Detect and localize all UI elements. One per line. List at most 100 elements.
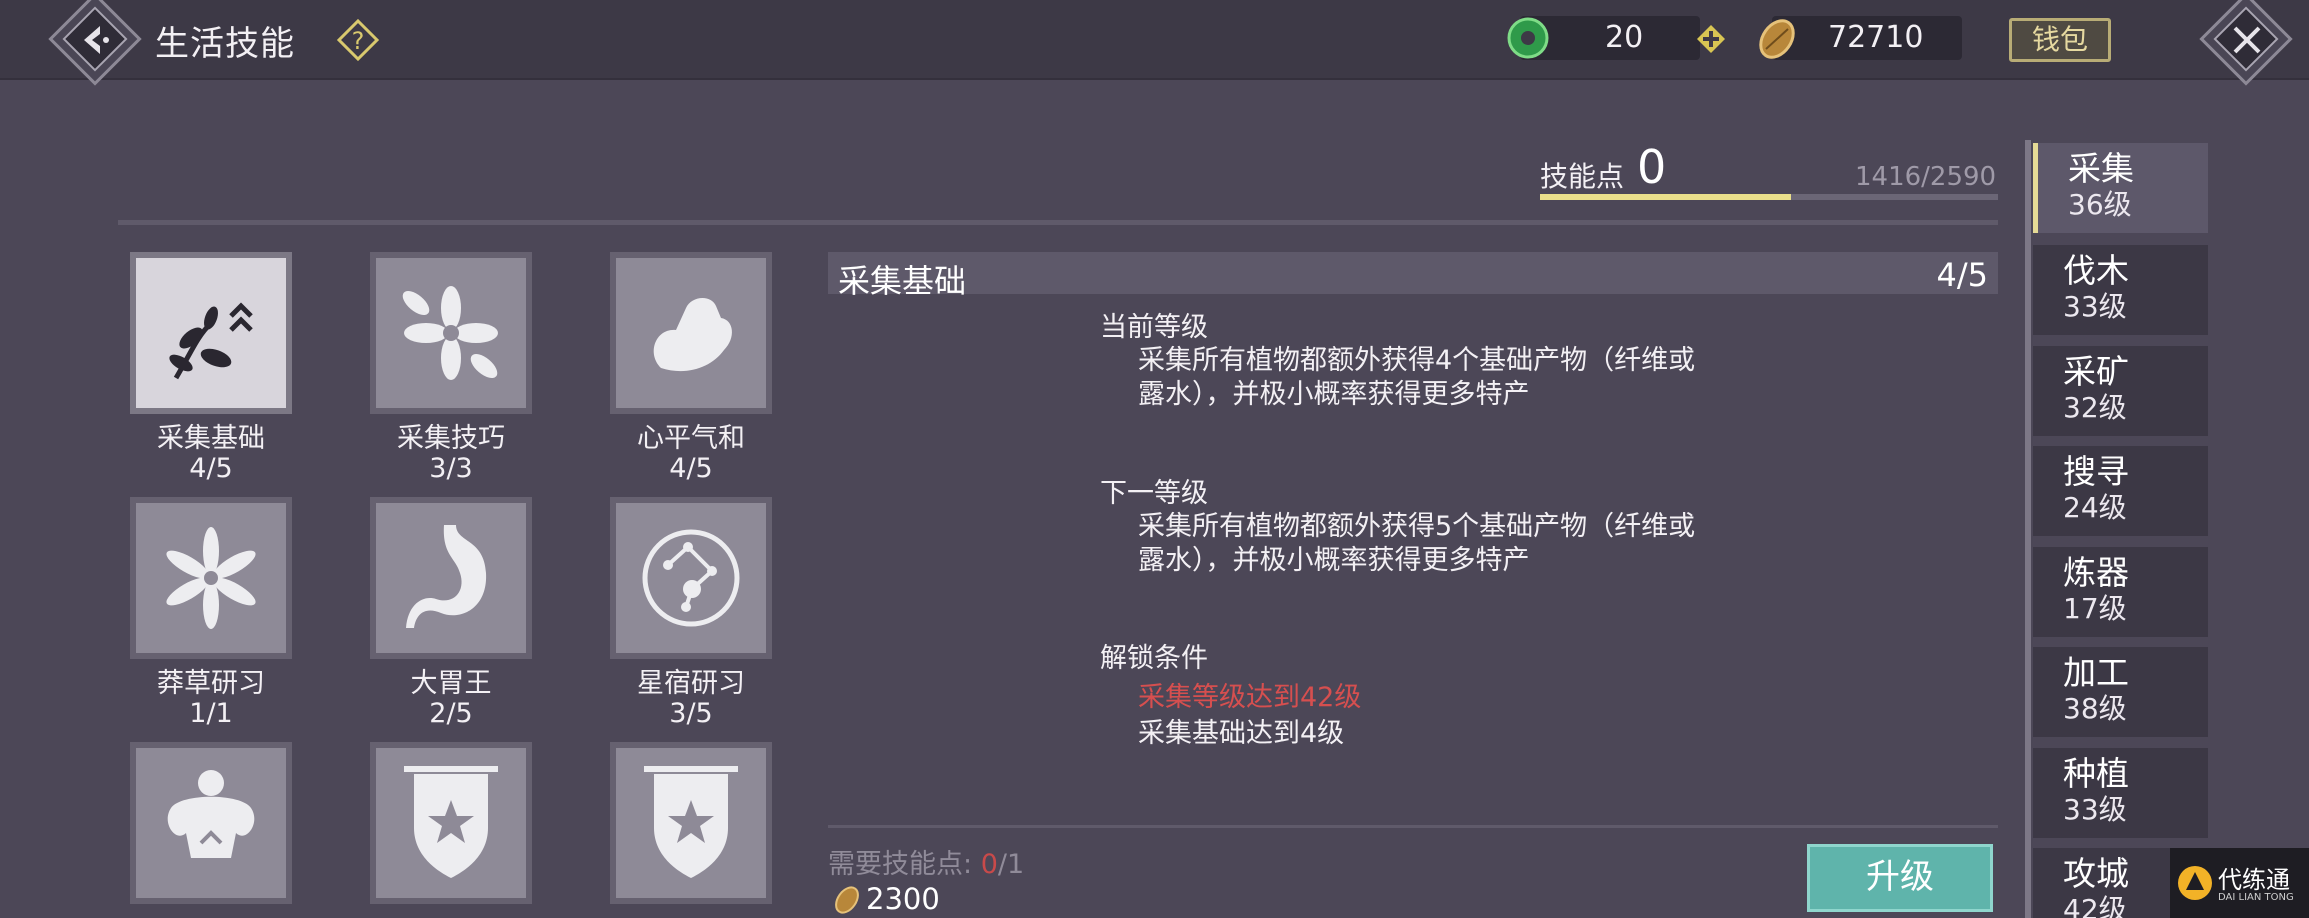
jade-icon xyxy=(1507,17,1549,59)
close-icon xyxy=(2233,26,2261,54)
skill-name: 大胃王 xyxy=(410,668,492,699)
wallet-button[interactable]: 钱包 xyxy=(2009,18,2111,62)
skill-level: 3/3 xyxy=(429,453,473,484)
plant-icon xyxy=(169,302,253,380)
svg-text:?: ? xyxy=(352,27,365,55)
skill-card-gathering-basics[interactable] xyxy=(136,258,286,408)
skill-card-banner-a[interactable] xyxy=(376,748,526,898)
tab-name: 炼器 xyxy=(2063,553,2129,592)
coin-amount: 72710 xyxy=(1828,20,1924,55)
star-banner-icon xyxy=(644,766,738,878)
star-anise-icon xyxy=(166,527,256,629)
constellation-icon xyxy=(642,529,740,627)
tab-level: 24级 xyxy=(2063,491,2127,524)
skill-icon-frame xyxy=(136,503,286,653)
tab-level: 38级 xyxy=(2063,692,2127,725)
next-level-label: 下一等级 xyxy=(1100,478,1208,509)
muscle-arm-icon xyxy=(653,297,732,372)
skill-card-big-eater[interactable] xyxy=(376,503,526,653)
upgrade-cost: 2300 xyxy=(866,882,940,916)
tab-searching[interactable]: 搜寻 24级 xyxy=(2033,446,2208,536)
top-bar: 生活技能 ? 20 72710 钱包 xyxy=(0,0,2309,86)
upgrade-button[interactable]: 升级 xyxy=(1807,844,1993,912)
required-points-label: 需要技能点: xyxy=(828,849,973,880)
detail-level: 4/5 xyxy=(1936,256,1989,294)
skill-card-calm-mind[interactable] xyxy=(616,258,766,408)
skill-card-herb-study[interactable] xyxy=(136,503,286,653)
tab-name: 采矿 xyxy=(2063,352,2129,391)
required-points-total: /1 xyxy=(997,849,1025,880)
jade-amount: 20 xyxy=(1605,20,1644,55)
tab-name: 搜寻 xyxy=(2063,452,2129,491)
tab-name: 种植 xyxy=(2063,754,2129,793)
help-icon[interactable]: ? xyxy=(336,18,380,62)
current-level-text: 采集所有植物都额外获得4个基础产物（纤维或露水），并极小概率获得更多特产 xyxy=(1138,345,1696,410)
tab-name: 攻城 xyxy=(2063,854,2129,893)
skill-card-gathering-skill[interactable] xyxy=(376,258,526,408)
star-banner-icon xyxy=(404,766,498,878)
strongman-icon xyxy=(167,770,255,858)
coin-icon xyxy=(835,886,859,914)
skill-points-bar xyxy=(1540,194,1998,200)
skill-points-progress: 1416/2590 xyxy=(1855,162,1997,192)
skill-name: 采集基础 xyxy=(157,423,265,454)
skill-level: 2/5 xyxy=(429,698,473,729)
coin-icon xyxy=(1759,19,1795,59)
close-button[interactable] xyxy=(2199,0,2293,86)
skill-points-value: 0 xyxy=(1637,140,1667,194)
skill-card-banner-b[interactable] xyxy=(616,748,766,898)
skill-name: 采集技巧 xyxy=(397,423,505,454)
skill-level: 4/5 xyxy=(189,453,233,484)
skill-icon-frame xyxy=(376,748,526,898)
required-points: 需要技能点: 0/1 xyxy=(828,842,1024,881)
back-button[interactable] xyxy=(48,0,142,86)
next-level-text: 采集所有植物都额外获得5个基础产物（纤维或露水），并极小概率获得更多特产 xyxy=(1138,511,1696,576)
page-title: 生活技能 xyxy=(155,24,295,64)
tab-processing[interactable]: 加工 38级 xyxy=(2033,647,2208,737)
skill-icon-frame xyxy=(136,748,286,898)
tab-planting[interactable]: 种植 33级 xyxy=(2033,748,2208,838)
unlock-condition-met: 采集基础达到4级 xyxy=(1138,718,1345,749)
skill-level: 4/5 xyxy=(669,453,713,484)
tab-gathering[interactable]: 采集 36级 xyxy=(2033,143,2208,233)
skill-card-star-study[interactable] xyxy=(616,503,766,653)
add-currency-icon[interactable] xyxy=(1696,24,1726,54)
skill-name: 心平气和 xyxy=(637,423,745,454)
skill-level: 3/5 xyxy=(669,698,713,729)
tab-level: 32级 xyxy=(2063,391,2127,424)
tab-logging[interactable]: 伐木 33级 xyxy=(2033,245,2208,335)
skill-icon-frame xyxy=(616,748,766,898)
watermark-text: 代练通 xyxy=(2218,866,2290,894)
divider xyxy=(118,220,1998,225)
skill-icon-frame xyxy=(136,258,286,408)
skill-name: 星宿研习 xyxy=(637,668,745,699)
watermark-subtext: DAI LIAN TONG xyxy=(2218,892,2294,903)
skill-icon-frame xyxy=(616,258,766,408)
required-points-current: 0 xyxy=(980,849,998,880)
tab-name: 伐木 xyxy=(2063,251,2129,290)
tab-level: 17级 xyxy=(2063,592,2127,625)
tab-level: 33级 xyxy=(2063,290,2127,323)
tab-strip xyxy=(2025,140,2031,918)
tab-name: 加工 xyxy=(2063,653,2129,692)
skill-points-bar-fill xyxy=(1540,194,1791,200)
divider xyxy=(828,825,1998,828)
tab-level: 33级 xyxy=(2063,793,2127,826)
skill-icon-frame xyxy=(376,503,526,653)
current-level-label: 当前等级 xyxy=(1100,312,1208,343)
tab-refining[interactable]: 炼器 17级 xyxy=(2033,547,2208,637)
skill-points-label: 技能点 xyxy=(1540,160,1625,193)
skill-card-strength[interactable] xyxy=(136,748,286,898)
tab-name: 采集 xyxy=(2068,149,2134,188)
skill-name: 莽草研习 xyxy=(157,668,265,699)
skill-icon-frame xyxy=(376,258,526,408)
skill-icon-frame xyxy=(616,503,766,653)
stomach-icon xyxy=(406,525,487,628)
tab-mining[interactable]: 采矿 32级 xyxy=(2033,346,2208,436)
watermark: 代练通 DAI LIAN TONG xyxy=(2170,848,2309,918)
unlock-condition-unmet: 采集等级达到42级 xyxy=(1138,682,1362,713)
tab-level: 42级 xyxy=(2063,893,2127,918)
flower-icon xyxy=(402,286,498,380)
chevron-left-icon xyxy=(84,26,109,54)
detail-title: 采集基础 xyxy=(838,262,967,300)
